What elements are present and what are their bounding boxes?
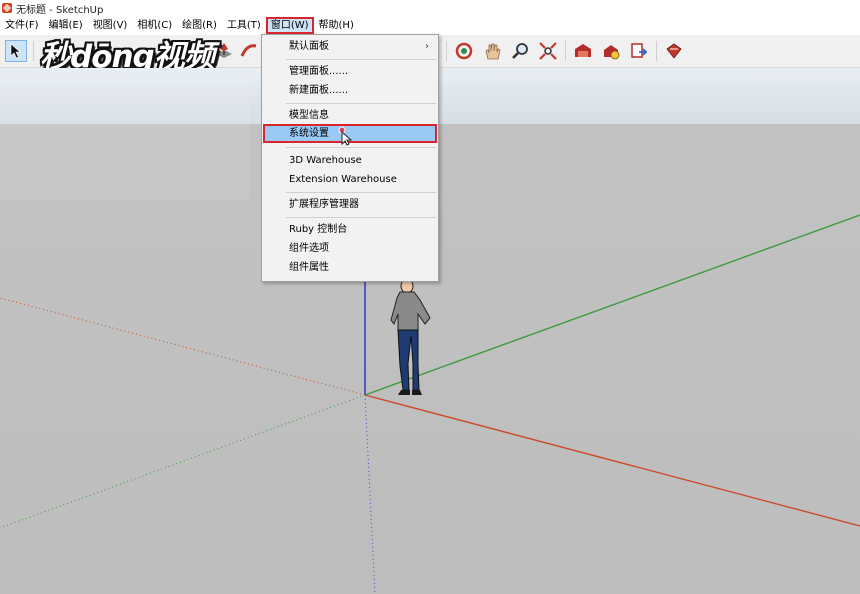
blue-axis-dotted [364, 394, 376, 594]
menu-item-default-tray[interactable]: 默认面板 › [263, 37, 437, 56]
menu-tools[interactable]: 工具(T) [222, 17, 266, 34]
menu-bar: 文件(F) 编辑(E) 视图(V) 相机(C) 绘图(R) 工具(T) 窗口(W… [0, 16, 860, 35]
menu-item-extension-manager[interactable]: 扩展程序管理器 [263, 195, 437, 214]
menu-item-manage-trays[interactable]: 管理面板...... [263, 62, 437, 81]
orbit-icon[interactable] [453, 40, 475, 62]
title-bar: 无标题 - SketchUp [0, 0, 860, 16]
menu-help[interactable]: 帮助(H) [314, 17, 359, 34]
zoom-icon[interactable] [509, 40, 531, 62]
pan-hand-icon[interactable] [481, 40, 503, 62]
green-axis-solid [364, 214, 860, 396]
follow-me-icon[interactable] [238, 40, 260, 62]
warehouse-icon[interactable] [572, 40, 594, 62]
menu-item-extension-warehouse[interactable]: Extension Warehouse [263, 170, 437, 189]
menu-item-new-tray[interactable]: 新建面板...... [263, 81, 437, 100]
menu-view[interactable]: 视图(V) [88, 17, 133, 34]
sketchup-app-icon [2, 3, 12, 13]
menu-item-ruby-console[interactable]: Ruby 控制台 [263, 220, 437, 239]
window-menu-dropdown: 默认面板 › 管理面板...... 新建面板...... 模型信息 系统设置 3… [261, 34, 439, 282]
menu-file[interactable]: 文件(F) [0, 17, 44, 34]
zoom-extents-icon[interactable] [537, 40, 559, 62]
menu-camera[interactable]: 相机(C) [132, 17, 177, 34]
extension-warehouse-icon[interactable] [663, 40, 685, 62]
window-title: 无标题 - SketchUp [16, 4, 104, 16]
green-axis-dotted [0, 394, 366, 529]
select-arrow-icon[interactable] [5, 40, 27, 62]
menu-item-component-attributes[interactable]: 组件属性 [263, 258, 437, 277]
submenu-arrow-icon: › [425, 41, 429, 52]
menu-window[interactable]: 窗口(W) [265, 17, 314, 34]
menu-item-component-options[interactable]: 组件选项 [263, 239, 437, 258]
send-to-layout-icon[interactable] [628, 40, 650, 62]
share-model-icon[interactable] [600, 40, 622, 62]
red-axis-solid [364, 394, 860, 527]
mouse-cursor-icon [338, 126, 352, 146]
person-figure [390, 277, 431, 395]
menu-item-3d-warehouse[interactable]: 3D Warehouse [263, 151, 437, 170]
menu-draw[interactable]: 绘图(R) [177, 17, 222, 34]
red-axis-dotted [0, 297, 366, 396]
push-pull-icon[interactable] [213, 40, 235, 62]
menu-item-model-info[interactable]: 模型信息 [263, 106, 437, 125]
menu-edit[interactable]: 编辑(E) [44, 17, 88, 34]
